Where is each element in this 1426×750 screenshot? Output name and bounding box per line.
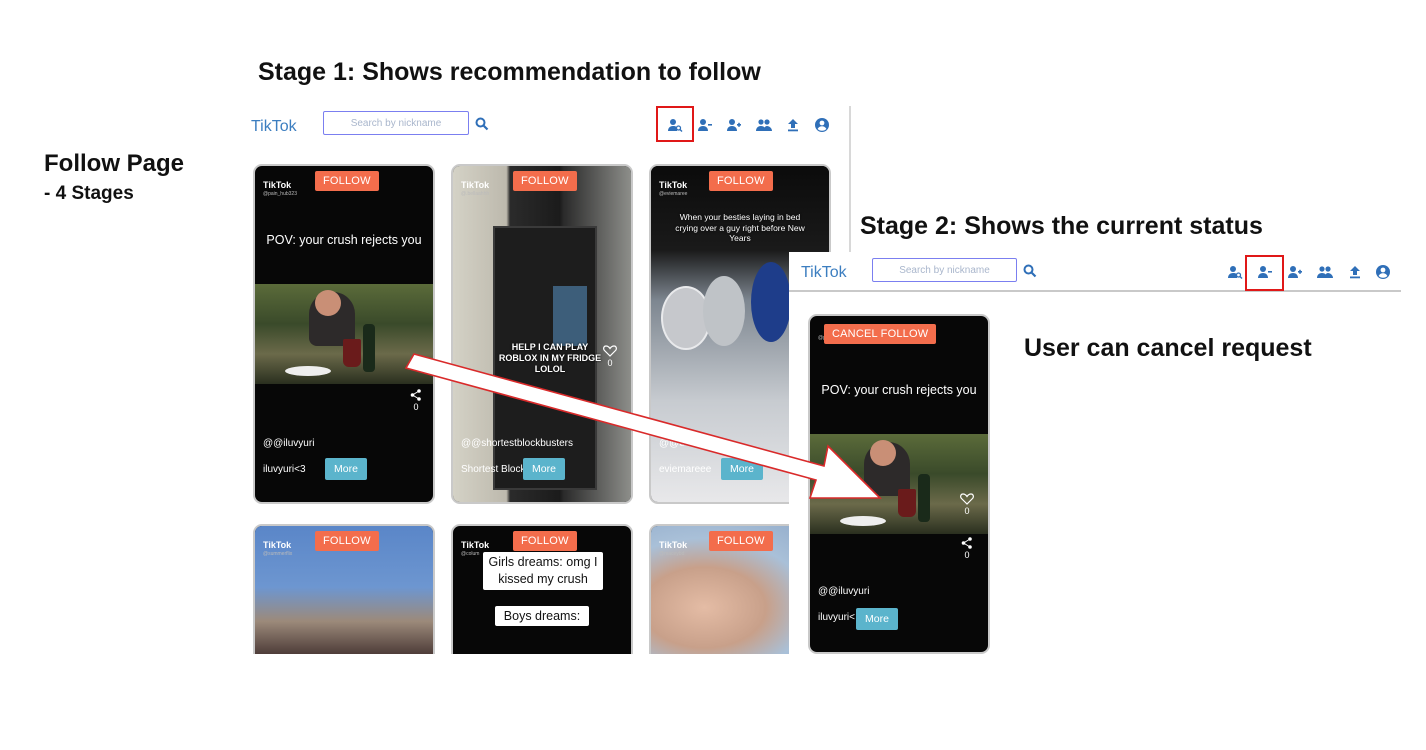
video-description: eviemareee (659, 464, 712, 475)
video-player[interactable] (810, 316, 988, 652)
tiktok-watermark: TikTok @summerflix (263, 540, 293, 557)
video-card[interactable]: TikTok @summerflix FOLLOW (253, 524, 435, 654)
video-player[interactable] (255, 166, 433, 502)
search-icon[interactable] (1021, 262, 1039, 280)
page-subtitle: - 4 Stages (44, 183, 134, 204)
video-description: iluvyuri<3 (263, 464, 306, 475)
video-card[interactable]: TikTok @colum FOLLOW Girls dreams: omg I … (451, 524, 633, 654)
highlight-recommend (656, 106, 694, 142)
follow-button[interactable]: FOLLOW (513, 171, 577, 191)
video-caption: Girls dreams: omg I kissed my crush (483, 552, 603, 590)
like-action[interactable]: 0 (601, 344, 619, 368)
video-card[interactable]: TikTok @pain_hub323 FOLLOW POV: your crus… (253, 164, 435, 504)
video-caption: POV: your crush rejects you (266, 233, 422, 247)
video-author[interactable]: @@e (659, 438, 685, 449)
search-input[interactable] (872, 258, 1017, 282)
video-card[interactable]: @pain_hub323 CANCEL FOLLOW POV: your cru… (808, 314, 990, 654)
like-count: 0 (607, 358, 613, 368)
heart-icon (960, 493, 974, 505)
video-frame-image (810, 434, 988, 534)
stage1-app-screen: TikTok Search by nickname TikTok @pain_h… (247, 106, 851, 654)
cancel-note: User can cancel request (1024, 334, 1312, 362)
heart-icon (603, 345, 617, 357)
tiktok-watermark: TikTok @maceybd (659, 540, 688, 557)
account-icon[interactable] (1374, 263, 1392, 281)
video-author[interactable]: @@iluvyuri (263, 438, 314, 449)
brand-logo[interactable]: TikTok (801, 264, 847, 282)
stage1-heading: Stage 1: Shows recommendation to follow (258, 58, 761, 86)
like-count: 0 (964, 506, 970, 516)
brand-logo[interactable]: TikTok (251, 118, 297, 136)
follow-button[interactable]: FOLLOW (315, 531, 379, 551)
search-input[interactable] (323, 111, 469, 135)
share-action[interactable]: 0 (958, 536, 976, 560)
share-count: 0 (413, 402, 419, 412)
friends-icon[interactable] (755, 116, 773, 134)
share-count: 0 (964, 550, 970, 560)
cancel-follow-button[interactable]: CANCEL FOLLOW (824, 324, 937, 344)
video-author[interactable]: @@iluvyuri (818, 586, 869, 597)
share-action[interactable]: 0 (407, 388, 425, 412)
account-icon[interactable] (813, 116, 831, 134)
follow-button[interactable]: FOLLOW (709, 171, 773, 191)
video-author[interactable]: @@shortestblockbusters (461, 438, 573, 449)
share-icon (961, 537, 972, 549)
more-button[interactable]: More (325, 458, 367, 480)
share-icon (410, 389, 421, 401)
follow-button[interactable]: FOLLOW (709, 531, 773, 551)
follow-button[interactable]: FOLLOW (315, 171, 379, 191)
stage2-heading: Stage 2: Shows the current status (860, 212, 1263, 240)
video-card[interactable]: TikTok @.bellaahhh FOLLOW HELP I CAN PLAY… (451, 164, 633, 504)
video-frame-image (255, 284, 433, 384)
following-icon[interactable] (696, 116, 714, 134)
upload-icon[interactable] (1346, 263, 1364, 281)
highlight-following (1245, 255, 1284, 291)
tiktok-watermark: TikTok @.bellaahhh (461, 180, 490, 197)
follow-button[interactable]: FOLLOW (513, 531, 577, 551)
video-caption: When your besties laying in bed crying o… (675, 212, 805, 243)
more-button[interactable]: More (523, 458, 565, 480)
tiktok-watermark: TikTok @pain_hub323 (263, 180, 297, 197)
like-action[interactable]: 0 (958, 492, 976, 516)
search-icon[interactable] (473, 115, 491, 133)
video-player[interactable] (453, 166, 631, 502)
add-follow-icon[interactable] (725, 116, 743, 134)
tiktok-watermark: TikTok @eviemaree (659, 180, 688, 197)
navbar: TikTok (789, 252, 1401, 292)
stage2-app-screen: TikTok Search by nickname CANCEL FOLLOW … (789, 252, 1401, 654)
video-description: iluvyuri< (818, 612, 855, 623)
more-button[interactable]: More (856, 608, 898, 630)
upload-icon[interactable] (784, 116, 802, 134)
recommend-icon[interactable] (1226, 263, 1244, 281)
video-description: Shortest Block (461, 464, 526, 475)
video-caption: POV: your crush rejects you (821, 383, 977, 397)
add-follow-icon[interactable] (1286, 263, 1304, 281)
navbar: TikTok (247, 106, 849, 144)
video-caption: HELP I CAN PLAY ROBLOX IN MY FRIDGE LOLO… (498, 342, 602, 374)
page-title: Follow Page (44, 150, 185, 177)
friends-icon[interactable] (1316, 263, 1334, 281)
video-caption-secondary: Boys dreams: (495, 606, 589, 626)
more-button[interactable]: More (721, 458, 763, 480)
